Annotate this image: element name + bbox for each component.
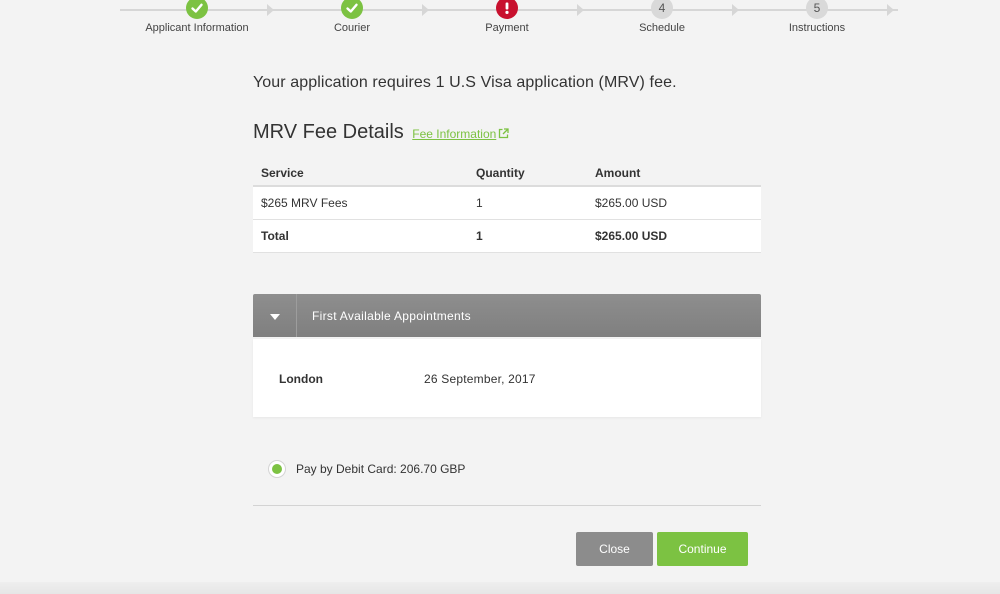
step-label: Applicant Information: [145, 22, 249, 34]
cell-quantity: 1: [468, 186, 587, 220]
column-header-amount: Amount: [587, 158, 761, 187]
step-schedule[interactable]: 4 Schedule: [582, 0, 742, 34]
column-header-quantity: Quantity: [468, 158, 587, 187]
step-applicant-information[interactable]: Applicant Information: [117, 0, 277, 34]
payment-option-label: Pay by Debit Card: 206.70 GBP: [296, 462, 466, 476]
step-number: 5: [806, 0, 828, 19]
step-payment[interactable]: Payment: [427, 0, 587, 34]
appointment-date: 26 September, 2017: [424, 372, 536, 386]
exclamation-icon: [496, 0, 518, 19]
divider: [253, 505, 761, 506]
total-amount: $265.00 USD: [587, 219, 761, 253]
fee-information-link-label: Fee Information: [412, 127, 497, 141]
close-button[interactable]: Close: [576, 532, 653, 566]
step-number: 4: [651, 0, 673, 19]
step-courier[interactable]: Courier: [272, 0, 432, 34]
total-label: Total: [253, 219, 468, 253]
table-header-row: Service Quantity Amount: [253, 158, 761, 187]
external-link-icon[interactable]: [498, 126, 509, 144]
radio-selected-dot: [272, 464, 282, 474]
page-title: MRV Fee Details: [253, 121, 404, 143]
column-header-service: Service: [253, 158, 468, 187]
cell-amount: $265.00 USD: [587, 186, 761, 220]
step-label: Courier: [333, 22, 371, 34]
step-label: Instructions: [788, 22, 846, 34]
appointment-city: London: [279, 372, 323, 386]
continue-button[interactable]: Continue: [657, 532, 748, 566]
step-instructions[interactable]: 5 Instructions: [737, 0, 897, 34]
fee-information-link[interactable]: Fee Information: [412, 127, 496, 141]
checkmark-icon: [186, 0, 208, 19]
checkmark-icon: [341, 0, 363, 19]
cell-service: $265 MRV Fees: [253, 186, 468, 220]
step-label: Payment: [485, 22, 529, 34]
collapse-toggle[interactable]: [253, 294, 297, 337]
debit-card-radio[interactable]: [268, 460, 286, 478]
pay-by-debit-card-option[interactable]: Pay by Debit Card: 206.70 GBP: [268, 460, 465, 478]
page-footer-edge: [0, 582, 1000, 594]
table-row: $265 MRV Fees 1 $265.00 USD: [253, 186, 761, 220]
table-total-row: Total 1 $265.00 USD: [253, 219, 761, 253]
fee-requirement-text: Your application requires 1 U.S Visa app…: [253, 74, 677, 91]
fee-table: Service Quantity Amount $265 MRV Fees 1 …: [253, 158, 761, 253]
appointments-panel-body: London 26 September, 2017: [253, 339, 761, 417]
caret-down-icon: [269, 307, 280, 325]
total-quantity: 1: [468, 219, 587, 253]
step-label: Schedule: [639, 22, 685, 34]
fee-details-heading: MRV Fee Details Fee Information: [253, 121, 509, 144]
progress-stepper: Applicant Information Courier Payment 4 …: [0, 0, 1000, 40]
appointments-panel-header[interactable]: First Available Appointments: [253, 294, 761, 337]
appointments-panel-title: First Available Appointments: [312, 308, 471, 323]
